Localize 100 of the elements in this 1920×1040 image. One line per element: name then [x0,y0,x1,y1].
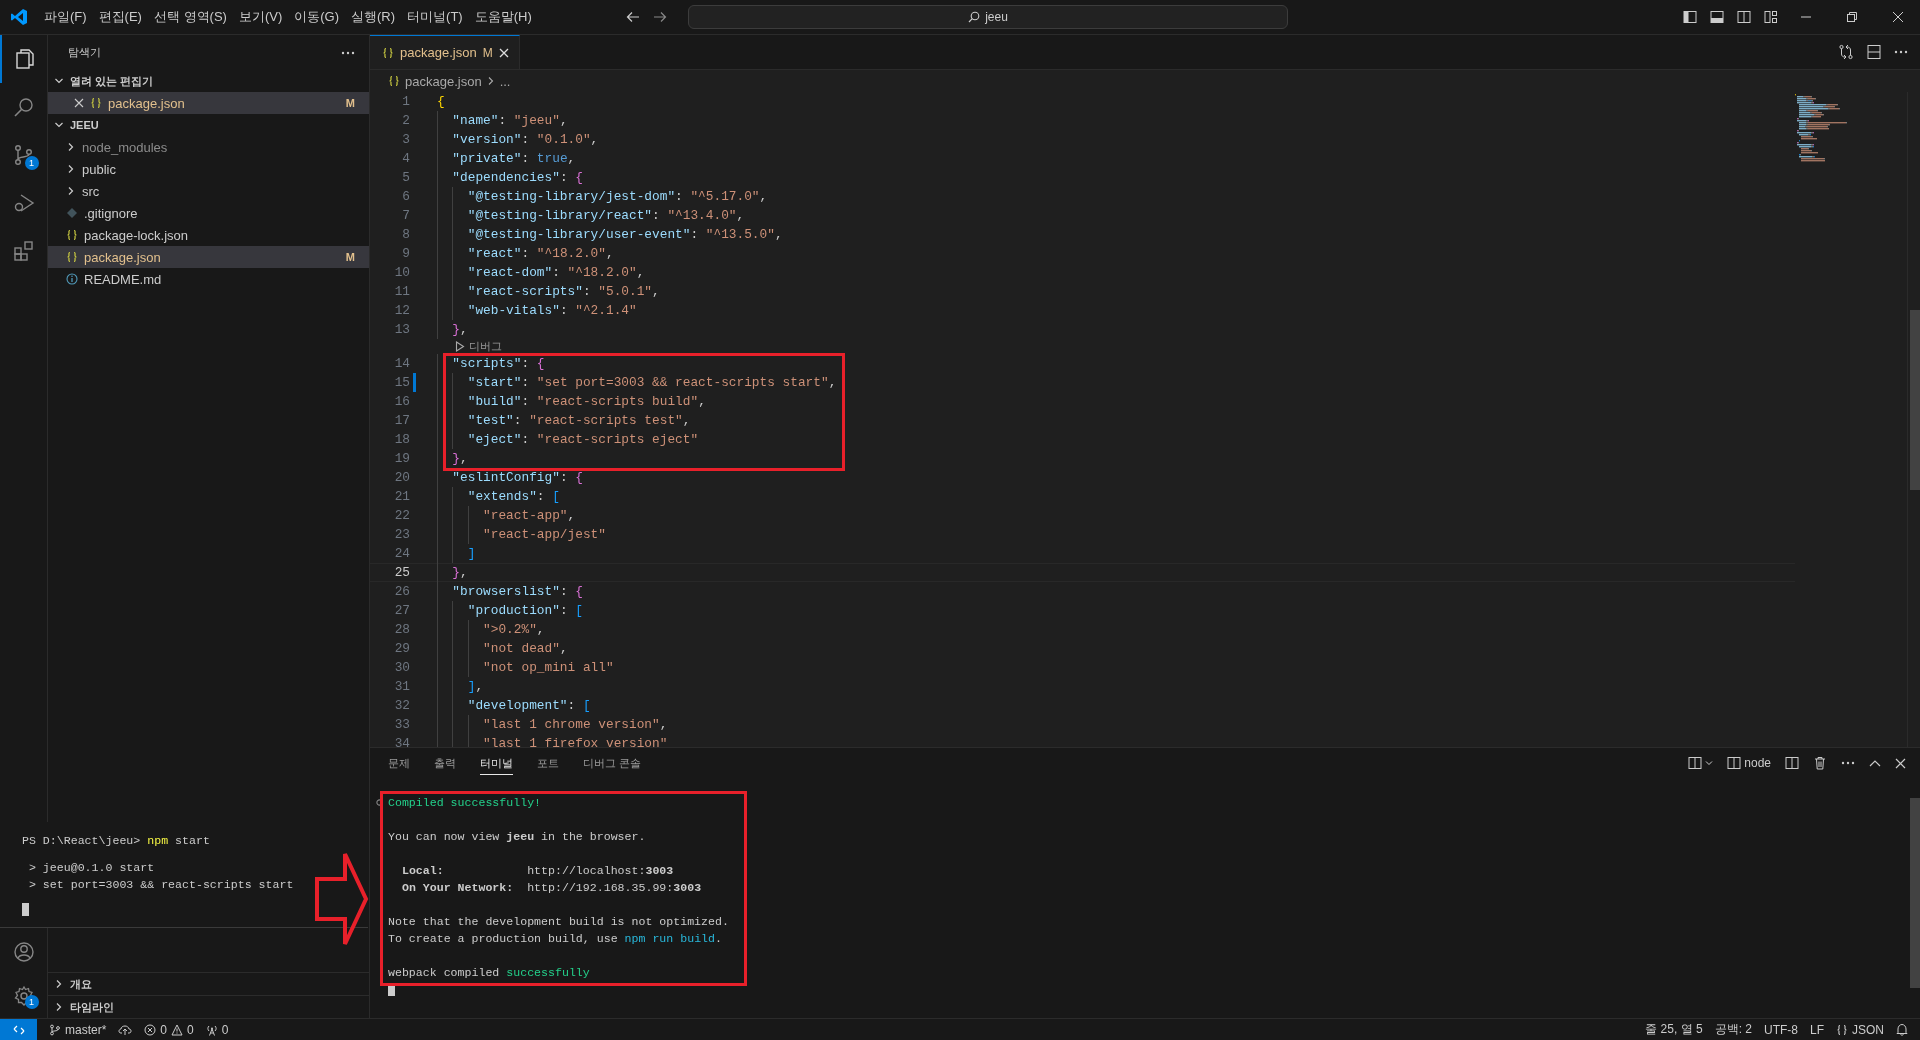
line-number: 17 [393,412,411,430]
menu-item[interactable]: 실행(R) [345,8,402,26]
panel-layout-icon[interactable] [1710,10,1724,24]
search-field[interactable]: jeeu [688,5,1288,29]
line-number: 10 [393,264,411,282]
restore-icon[interactable] [1846,11,1858,23]
status-item[interactable]: 줄 25, 열 5 [1645,1021,1703,1038]
close-icon[interactable] [1892,11,1904,23]
panel-tab[interactable]: 문제 [388,751,410,775]
line-number: 1 [401,93,411,111]
grid-layout-icon[interactable] [1764,10,1778,24]
code-line: "not op_mini all" [482,660,614,675]
menu-item[interactable]: 보기(V) [232,8,289,26]
back-icon[interactable] [626,11,640,23]
section-header[interactable]: JEEU [48,114,369,136]
terminal-link[interactable]: npm run build [624,932,715,945]
open-editor-item[interactable]: package.json M [48,92,369,114]
branch-icon [49,1023,61,1036]
remote-icon [12,1023,25,1036]
code-line: ">0.2%", [482,622,545,637]
close-icon[interactable] [74,98,84,108]
line-number: 22 [393,507,411,525]
code-line: "build": "react-scripts build", [466,394,706,409]
code-line: "@testing-library/react": "^13.4.0", [466,208,745,223]
sidebar-layout-icon[interactable] [1683,10,1697,24]
more-icon[interactable] [1894,50,1908,54]
activity-item[interactable]: 1 [0,974,48,1018]
scrollbar-thumb[interactable] [1910,798,1920,988]
code-line: "start": "set port=3003 && react-scripts start", [466,375,837,390]
line-number: 33 [393,716,411,734]
file-tree-item[interactable]: src [48,180,369,202]
git-status: M [345,97,355,109]
code-line: "development": [ [466,698,591,713]
line-number: 11 [393,283,411,301]
git-status: M [345,251,355,263]
split-terminal-icon[interactable] [1785,756,1799,770]
menu-item[interactable]: 도움말(H) [468,8,538,26]
split-layout-icon[interactable] [1737,10,1751,24]
panel-tab[interactable]: 출력 [434,751,456,775]
file-tree-item[interactable]: README.md [48,268,369,290]
line-number: 27 [393,602,411,620]
status-item[interactable]: LF [1809,1022,1824,1037]
maximize-panel-icon[interactable] [1869,759,1881,767]
breadcrumb-item[interactable]: ... [499,73,511,89]
split-editor-icon[interactable] [1866,44,1882,60]
code-line: ] [466,546,476,561]
file-tree-item[interactable]: .gitignore [48,202,369,224]
terminal-line: > jeeu@0.1.0 start [27,860,155,876]
debug-codelens[interactable]: 디버그 [455,339,502,354]
activity-item[interactable]: 1 [0,131,48,179]
error-icon [144,1023,157,1036]
cloud-sync-icon[interactable] [118,1023,133,1036]
scrollbar-thumb[interactable] [1910,310,1920,490]
file-tree-item[interactable]: public [48,158,369,180]
new-terminal-dropdown[interactable] [1688,756,1714,770]
code-line: "name": "jeeu", [451,113,568,128]
line-number: 6 [401,188,411,206]
menu-item[interactable]: 이동(G) [288,8,346,26]
antenna-icon [205,1023,218,1036]
line-number: 30 [393,659,411,677]
bell-icon[interactable] [1896,1023,1908,1036]
code-line: "browserslist": { [451,584,583,599]
forward-icon[interactable] [653,11,667,23]
panel-tab[interactable]: 디버그 콘솔 [583,751,642,775]
menu-item[interactable]: 파일(F) [38,8,93,26]
more-icon[interactable] [1841,761,1855,765]
language-mode[interactable]: JSON [1836,1022,1884,1037]
file-tree-item[interactable]: node_modules [48,136,369,158]
file-tree-item[interactable]: package-lock.json [48,224,369,246]
code-line: "extends": [ [466,489,560,504]
close-icon[interactable] [498,47,509,58]
chevron-icon [66,164,76,174]
ports-status[interactable]: 0 [205,1022,229,1037]
menu-item[interactable]: 터미널(T) [401,8,469,26]
file-tree-item[interactable]: package.json M [48,246,369,268]
problems-status[interactable]: 0 0 [144,1022,194,1037]
line-number: 29 [393,640,411,658]
terminal-selector[interactable]: node [1727,756,1771,770]
code-line: ], [466,679,484,694]
code-line: "react-app/jest" [482,527,606,542]
section-header[interactable]: 열려 있는 편집기 [48,70,369,92]
compare-changes-icon[interactable] [1838,44,1854,60]
panel-tab[interactable]: 터미널 [480,751,513,775]
status-item[interactable]: 공백: 2 [1714,1021,1752,1038]
branch-status[interactable]: master* [49,1022,107,1037]
section-header[interactable]: 개요 [48,972,369,995]
breadcrumb-item[interactable]: package.json [405,73,482,89]
line-number: 32 [393,697,411,715]
trash-icon[interactable] [1813,756,1827,770]
close-icon[interactable] [1895,757,1906,769]
status-item[interactable]: UTF-8 [1763,1022,1798,1037]
panel-tab[interactable]: 포트 [537,751,559,775]
menu-item[interactable]: 선택 영역(S) [147,8,233,26]
menu-item[interactable]: 편집(E) [92,8,148,26]
sidebar-title: 탐색기 [68,45,101,60]
more-icon[interactable] [341,50,355,55]
section-header[interactable]: 타임라인 [48,995,369,1018]
line-number: 3 [401,131,411,149]
line-number: 7 [401,207,411,225]
editor-tab[interactable]: package.json M [370,35,520,69]
